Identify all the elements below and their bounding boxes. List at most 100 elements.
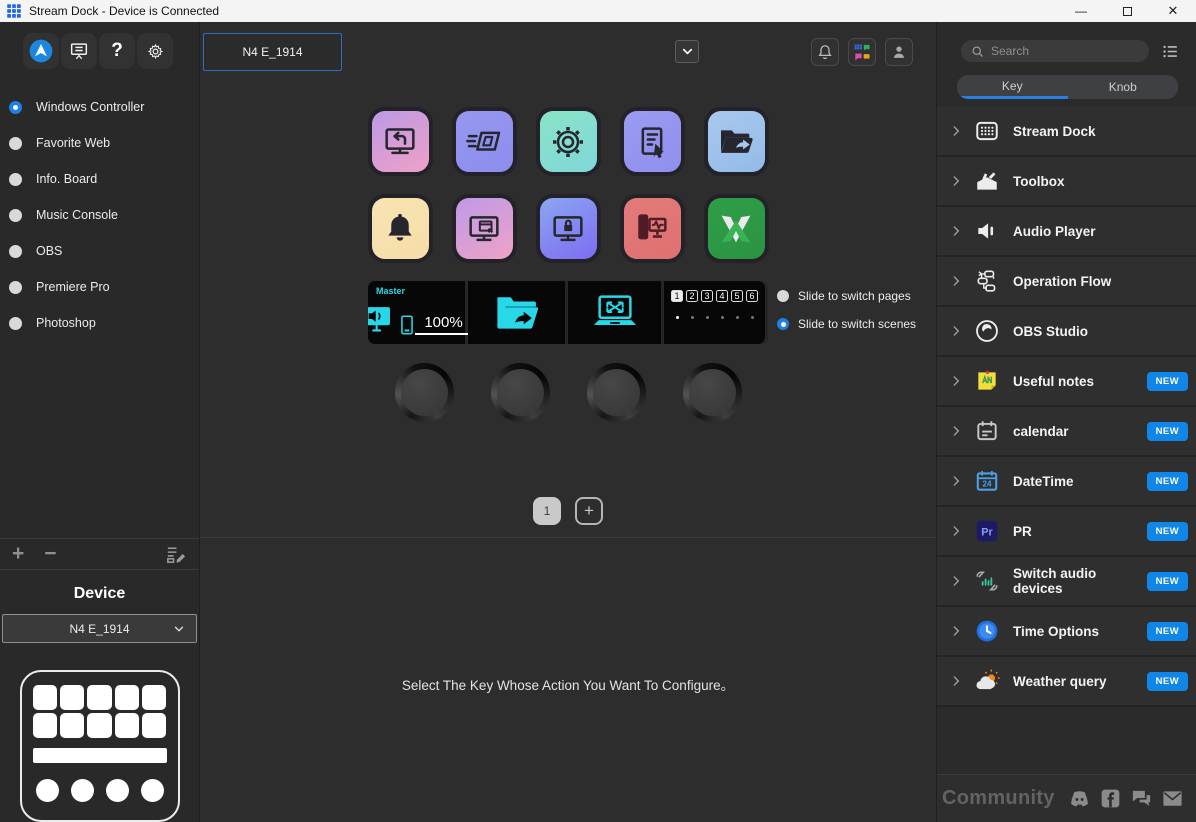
add-page-button[interactable]: + bbox=[575, 497, 603, 525]
titlebar: Stream Dock - Device is Connected —✕ bbox=[0, 0, 1196, 22]
new-badge: NEW bbox=[1147, 472, 1188, 491]
key-tile-gear-tile[interactable] bbox=[540, 111, 597, 172]
strip-page-numbers: 123456 bbox=[671, 290, 758, 302]
key-grid bbox=[200, 111, 936, 259]
apps-button[interactable] bbox=[848, 38, 876, 66]
chevron-right-icon bbox=[949, 224, 963, 238]
option-label: Slide to switch scenes bbox=[798, 317, 916, 331]
collapse-button[interactable] bbox=[675, 40, 699, 63]
mail-icon[interactable] bbox=[1161, 787, 1184, 810]
chevron-down-icon bbox=[680, 44, 695, 59]
account-button[interactable] bbox=[885, 38, 913, 66]
device-tab-label: N4 E_1914 bbox=[242, 45, 302, 59]
key-tile-window-switch[interactable] bbox=[456, 111, 513, 172]
option-slide-to-switch-scenes[interactable]: Slide to switch scenes bbox=[777, 317, 916, 331]
plugin-item-weather-query[interactable]: Weather queryNEW bbox=[937, 657, 1196, 707]
plugin-item-operation-flow[interactable]: Operation Flow bbox=[937, 257, 1196, 307]
key-tile-folder-share[interactable] bbox=[708, 111, 765, 172]
plugin-item-time-options[interactable]: Time OptionsNEW bbox=[937, 607, 1196, 657]
profile-label: Windows Controller bbox=[36, 100, 144, 114]
device-preview-knobs bbox=[33, 779, 167, 802]
strip-volume-segment[interactable]: Master 100% bbox=[368, 281, 465, 344]
knob-4[interactable] bbox=[683, 363, 742, 422]
profile-item-premiere-pro[interactable]: Premiere Pro bbox=[0, 269, 199, 305]
list-view-button[interactable] bbox=[1161, 42, 1180, 61]
key-tile-monitor-return[interactable] bbox=[372, 111, 429, 172]
weather-icon bbox=[973, 667, 1001, 695]
device-preview-knob bbox=[141, 779, 164, 802]
notifications-button[interactable] bbox=[811, 38, 839, 66]
key-tile-bell-tile[interactable] bbox=[372, 198, 429, 259]
time-options-icon bbox=[973, 617, 1001, 645]
settings-button[interactable] bbox=[137, 33, 173, 69]
chevron-right-icon bbox=[949, 474, 963, 488]
profile-item-photoshop[interactable]: Photoshop bbox=[0, 305, 199, 341]
profile-item-obs[interactable]: OBS bbox=[0, 233, 199, 269]
option-slide-to-switch-pages[interactable]: Slide to switch pages bbox=[777, 289, 916, 303]
search-box[interactable] bbox=[961, 40, 1149, 62]
plugin-item-toolbox[interactable]: Toolbox bbox=[937, 157, 1196, 207]
forum-icon[interactable] bbox=[1130, 787, 1153, 810]
page-1-button[interactable]: 1 bbox=[533, 497, 561, 525]
facebook-icon[interactable] bbox=[1099, 787, 1122, 810]
plugin-item-datetime[interactable]: 24DateTimeNEW bbox=[937, 457, 1196, 507]
strip-options: Slide to switch pages Slide to switch sce… bbox=[777, 289, 916, 331]
device-tab[interactable]: N4 E_1914 bbox=[203, 33, 342, 71]
app-store-button[interactable] bbox=[23, 33, 59, 69]
plugin-item-pr[interactable]: PrPRNEW bbox=[937, 507, 1196, 557]
strip-screen-segment[interactable] bbox=[568, 281, 661, 344]
profile-item-info-board[interactable]: Info. Board bbox=[0, 161, 199, 197]
radio-unselected bbox=[9, 317, 22, 330]
radio-unselected bbox=[9, 137, 22, 150]
help-button[interactable]: ? bbox=[99, 33, 135, 69]
chevron-right-icon bbox=[949, 174, 963, 188]
profile-label: Favorite Web bbox=[36, 136, 110, 150]
device-select[interactable]: N4 E_1914 bbox=[2, 614, 197, 643]
profile-edit-button[interactable] bbox=[164, 543, 187, 566]
close-button[interactable]: ✕ bbox=[1150, 0, 1196, 22]
window-title: Stream Dock - Device is Connected bbox=[29, 4, 219, 18]
knob-1[interactable] bbox=[395, 363, 454, 422]
profile-item-music-console[interactable]: Music Console bbox=[0, 197, 199, 233]
plugin-item-switch-audio-devices[interactable]: Switch audio devicesNEW bbox=[937, 557, 1196, 607]
strip-folder-segment[interactable] bbox=[468, 281, 565, 344]
key-tile-monitor-window[interactable] bbox=[456, 198, 513, 259]
radio-unselected bbox=[9, 281, 22, 294]
window-switch-icon bbox=[464, 122, 504, 162]
window-controls: —✕ bbox=[1058, 0, 1196, 22]
device-preview-key bbox=[115, 713, 139, 738]
minimize-button[interactable]: — bbox=[1058, 0, 1104, 22]
profile-label: Info. Board bbox=[36, 172, 97, 186]
key-tile-monitor-lock[interactable] bbox=[540, 198, 597, 259]
monitor-return-icon bbox=[380, 122, 420, 162]
key-knob-tabs: KeyKnob bbox=[957, 75, 1178, 99]
maximize-button[interactable] bbox=[1104, 0, 1150, 22]
key-tile-note-cursor[interactable] bbox=[624, 111, 681, 172]
device-preview-key bbox=[115, 685, 139, 710]
volume-value: 100% bbox=[415, 314, 473, 335]
discord-icon[interactable] bbox=[1068, 787, 1091, 810]
key-tile-task-monitor[interactable] bbox=[624, 198, 681, 259]
plugin-item-audio-player[interactable]: Audio Player bbox=[937, 207, 1196, 257]
audio-player-icon bbox=[973, 217, 1001, 245]
plugin-label: Switch audio devices bbox=[1013, 566, 1147, 596]
strip-dot bbox=[706, 316, 709, 319]
search-input[interactable] bbox=[991, 44, 1140, 58]
profile-item-windows-controller[interactable]: Windows Controller bbox=[0, 89, 199, 125]
key-tile-arrows-logo[interactable] bbox=[708, 198, 765, 259]
strip-page-1: 1 bbox=[671, 290, 683, 302]
knob-2[interactable] bbox=[491, 363, 550, 422]
profile-item-favorite-web[interactable]: Favorite Web bbox=[0, 125, 199, 161]
plugin-item-calendar[interactable]: calendarNEW bbox=[937, 407, 1196, 457]
plugin-item-obs-studio[interactable]: OBS Studio bbox=[937, 307, 1196, 357]
whiteboard-button[interactable] bbox=[61, 33, 97, 69]
plugin-item-stream-dock[interactable]: Stream Dock bbox=[937, 107, 1196, 157]
note-cursor-icon bbox=[632, 122, 672, 162]
plugin-label: Operation Flow bbox=[1013, 274, 1188, 289]
strip-pages-segment[interactable]: 123456 bbox=[664, 281, 765, 344]
tab-key[interactable]: Key bbox=[957, 75, 1068, 99]
app-logo-icon bbox=[7, 4, 21, 18]
tab-knob[interactable]: Knob bbox=[1068, 75, 1179, 99]
knob-3[interactable] bbox=[587, 363, 646, 422]
plugin-item-useful-notes[interactable]: Useful notesNEW bbox=[937, 357, 1196, 407]
